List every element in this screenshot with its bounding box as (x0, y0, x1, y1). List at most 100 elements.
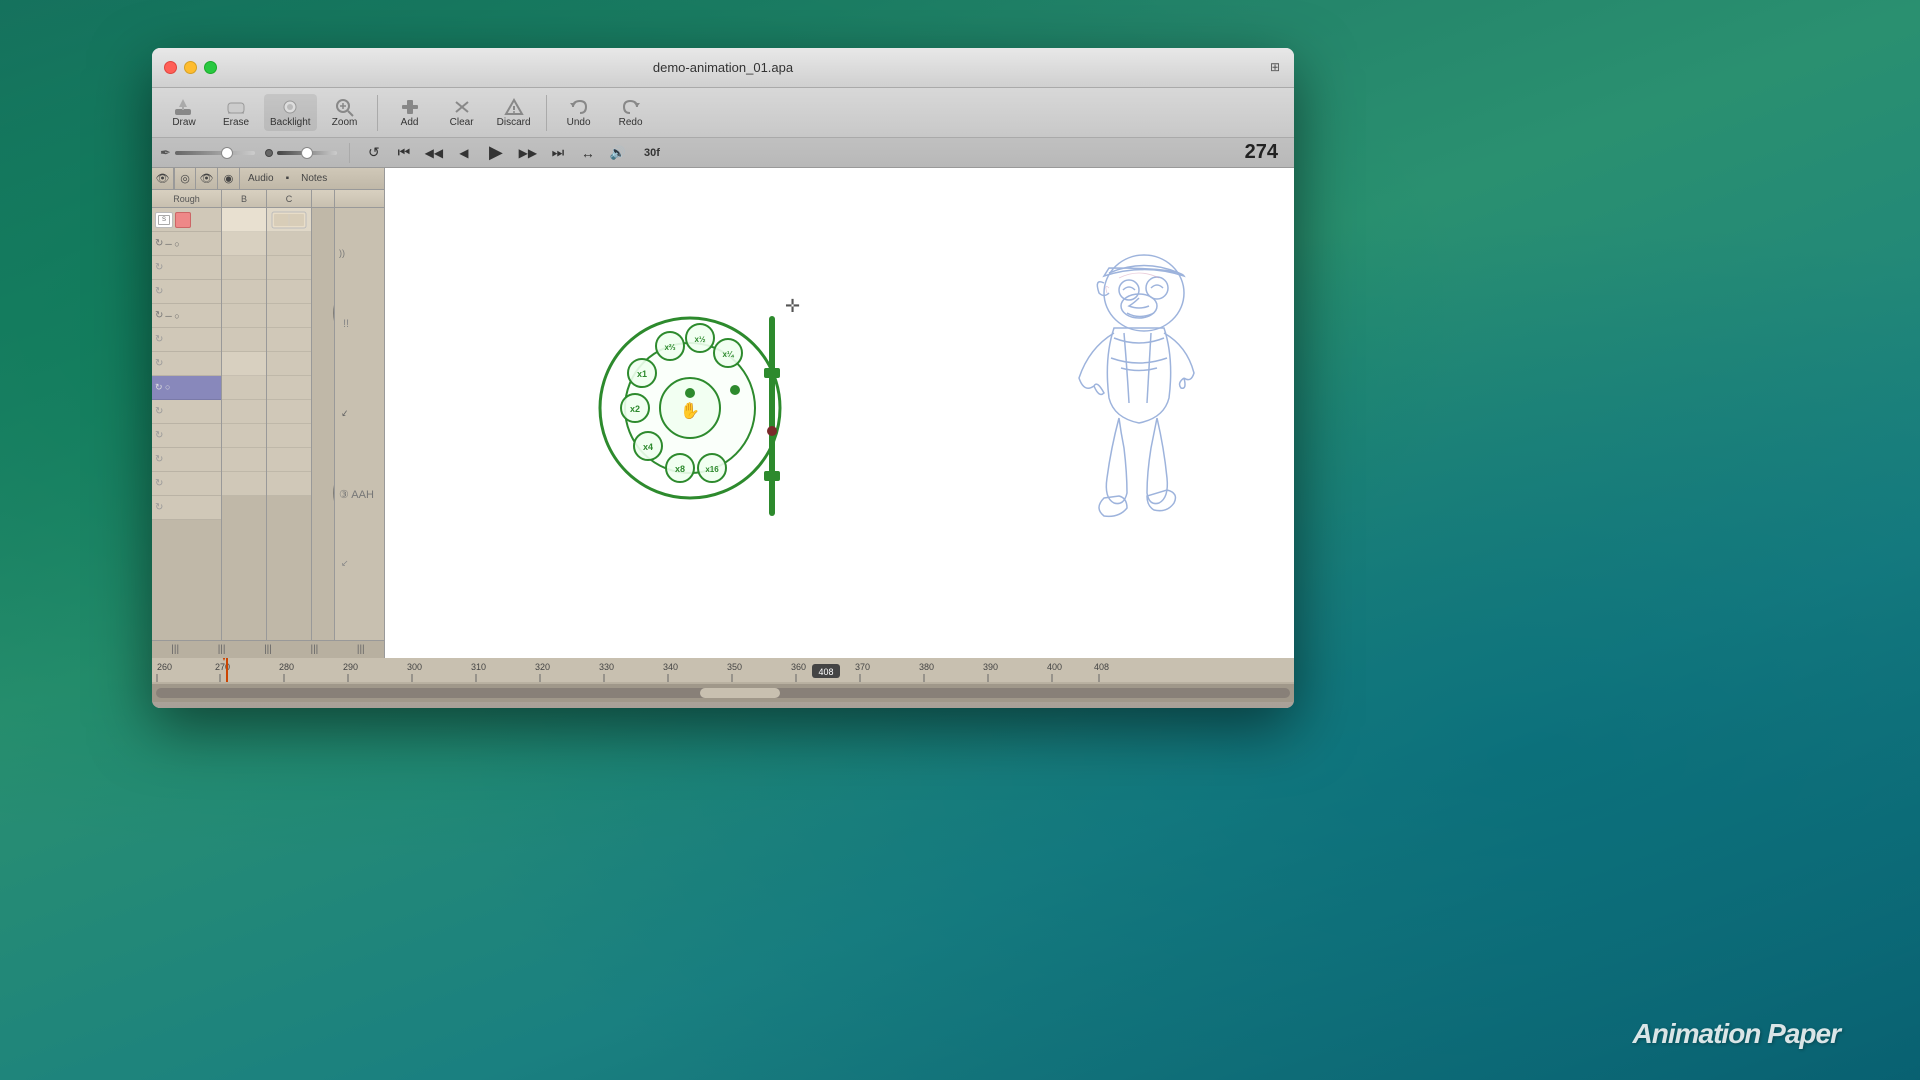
undo-button[interactable]: Undo (555, 94, 603, 131)
brush-size-thumb[interactable] (221, 147, 233, 159)
eye-icon-3[interactable]: 👁 (196, 168, 218, 190)
play-button[interactable]: ▶ (482, 142, 510, 164)
svg-text:300: 300 (407, 662, 422, 672)
add-label: Add (401, 117, 419, 128)
layer-row-8: ↻ (152, 400, 221, 424)
audio-tab[interactable]: Audio (244, 173, 278, 184)
add-icon (398, 97, 422, 117)
audio-column (312, 190, 334, 640)
frame-cell-c-7 (267, 352, 311, 376)
watermark: Animation Paper (1633, 1018, 1840, 1050)
backlight-button[interactable]: Backlight (264, 94, 317, 131)
discard-button[interactable]: Discard (490, 94, 538, 131)
frame-cell-b-8 (222, 400, 266, 424)
erase-button[interactable]: Erase (212, 94, 260, 131)
svg-text:380: 380 (919, 662, 934, 672)
layer-icon-3: ↻ (155, 262, 163, 273)
panel-bottom-bar: ||| ||| ||| ||| ||| (152, 640, 384, 658)
zoom-icon (333, 97, 357, 117)
opacity-thumb[interactable] (301, 147, 313, 159)
clear-button[interactable]: Clear (438, 94, 486, 131)
zoom-button[interactable]: Zoom (321, 94, 369, 131)
scroll-thumb[interactable] (700, 688, 780, 698)
bar-icon-4: ||| (310, 644, 318, 655)
phoneme-2: !! (343, 318, 349, 330)
playback-sep (349, 143, 350, 163)
maximize-button[interactable] (204, 61, 217, 74)
loop-button[interactable]: ↺ (362, 142, 386, 164)
phoneme-column: )) !! ↙ ③ AAH ↙ (334, 190, 384, 640)
frame-cell-c-4 (267, 280, 311, 304)
eye-icon-2[interactable]: ◎ (174, 168, 196, 190)
timeline-scroll (152, 684, 1294, 702)
svg-text:x8: x8 (675, 464, 685, 474)
layer-icon-5: ↻ (155, 310, 163, 321)
phoneme-3: ↙ (340, 407, 349, 419)
svg-text:x½: x½ (694, 335, 705, 344)
layers-column: Rough S ↻ ─ ○ ↻ (152, 190, 222, 640)
svg-text:✋: ✋ (680, 401, 700, 420)
ruler-svg: 260 270 280 290 300 310 320 330 340 350 … (152, 658, 1294, 682)
skip-to-start-button[interactable]: ⏮ (392, 142, 416, 164)
layer-row-selected[interactable]: ↻ ○ (152, 376, 221, 400)
backlight-icon (278, 97, 302, 117)
fullscreen-button[interactable]: ⊞ (1264, 56, 1286, 78)
panel-icon-4[interactable]: ◉ (218, 168, 240, 190)
redo-label: Redo (619, 117, 643, 128)
bar-icon-3: ||| (264, 644, 272, 655)
frame-cell-c-1 (267, 208, 311, 232)
left-panel: 👁 ◎ 👁 ◉ Audio ▪ Notes Rough (152, 168, 385, 658)
fps-display[interactable]: 30f (636, 142, 668, 164)
frame-counter: 274 (1245, 141, 1286, 164)
frame-cell-b-2 (222, 232, 266, 256)
step-fwd-button[interactable]: ▶▶ (516, 142, 540, 164)
frame-cell-b-3 (222, 256, 266, 280)
frame-cell-b-selected (222, 376, 266, 400)
svg-text:330: 330 (599, 662, 614, 672)
layer-row-3: ↻ (152, 256, 221, 280)
minimize-button[interactable] (184, 61, 197, 74)
bounce-button[interactable]: ↔ (576, 142, 600, 164)
phoneme-header (335, 190, 384, 208)
prev-keyframe-button[interactable]: ◀◀ (422, 142, 446, 164)
notes-sep: ▪ (286, 173, 290, 184)
add-button[interactable]: Add (386, 94, 434, 131)
notes-tab[interactable]: Notes (297, 173, 331, 184)
eye-icon-1[interactable]: 👁 (152, 168, 174, 190)
erase-icon (224, 97, 248, 117)
draw-button[interactable]: Draw (160, 94, 208, 131)
svg-text:290: 290 (343, 662, 358, 672)
bar-icon-5: ||| (357, 644, 365, 655)
step-back-button[interactable]: ◀ (452, 142, 476, 164)
layer-icon-11: ↻ (155, 478, 163, 489)
svg-text:x¼: x¼ (722, 350, 734, 359)
frame-cell-c-11 (267, 472, 311, 496)
separator-1 (377, 95, 378, 131)
layer-icon-12: ↻ (155, 502, 163, 513)
draw-icon (172, 97, 196, 117)
layer-row-1: S (152, 208, 221, 232)
traffic-lights (164, 61, 217, 74)
zoom-label: Zoom (332, 117, 358, 128)
close-button[interactable] (164, 61, 177, 74)
panel-tabs: Audio ▪ Notes (240, 173, 384, 184)
svg-text:360: 360 (791, 662, 806, 672)
undo-icon (567, 97, 591, 117)
playback-bar: ✒ ↺ ⏮ ◀◀ ◀ ▶ ▶▶ ⏭ ↔ 🔊 30f 274 (152, 138, 1294, 168)
audio-toggle[interactable]: 🔊 (606, 142, 630, 164)
layer-row-2: ↻ ─ ○ (152, 232, 221, 256)
frame-cell-c-selected (267, 376, 311, 400)
layer-icon-6: ↻ (155, 334, 163, 345)
redo-button[interactable]: Redo (607, 94, 655, 131)
app-window: demo-animation_01.apa ⊞ Draw Erase Backl… (152, 48, 1294, 708)
layer-row-5: ↻ ─ ○ (152, 304, 221, 328)
selected-layer-icon: ↻ ○ (155, 382, 170, 393)
frame-cell-c-6 (267, 328, 311, 352)
frame-cell-b-10 (222, 448, 266, 472)
skip-to-end-button[interactable]: ⏭ (546, 142, 570, 164)
vertical-slider-svg (763, 316, 781, 516)
frame-cell-b-6 (222, 328, 266, 352)
vertical-slider[interactable] (763, 316, 781, 516)
col-b-header: B (222, 190, 266, 208)
canvas-area[interactable]: ✋ x¼ x½ x⅔ x1 x2 (385, 168, 1294, 658)
